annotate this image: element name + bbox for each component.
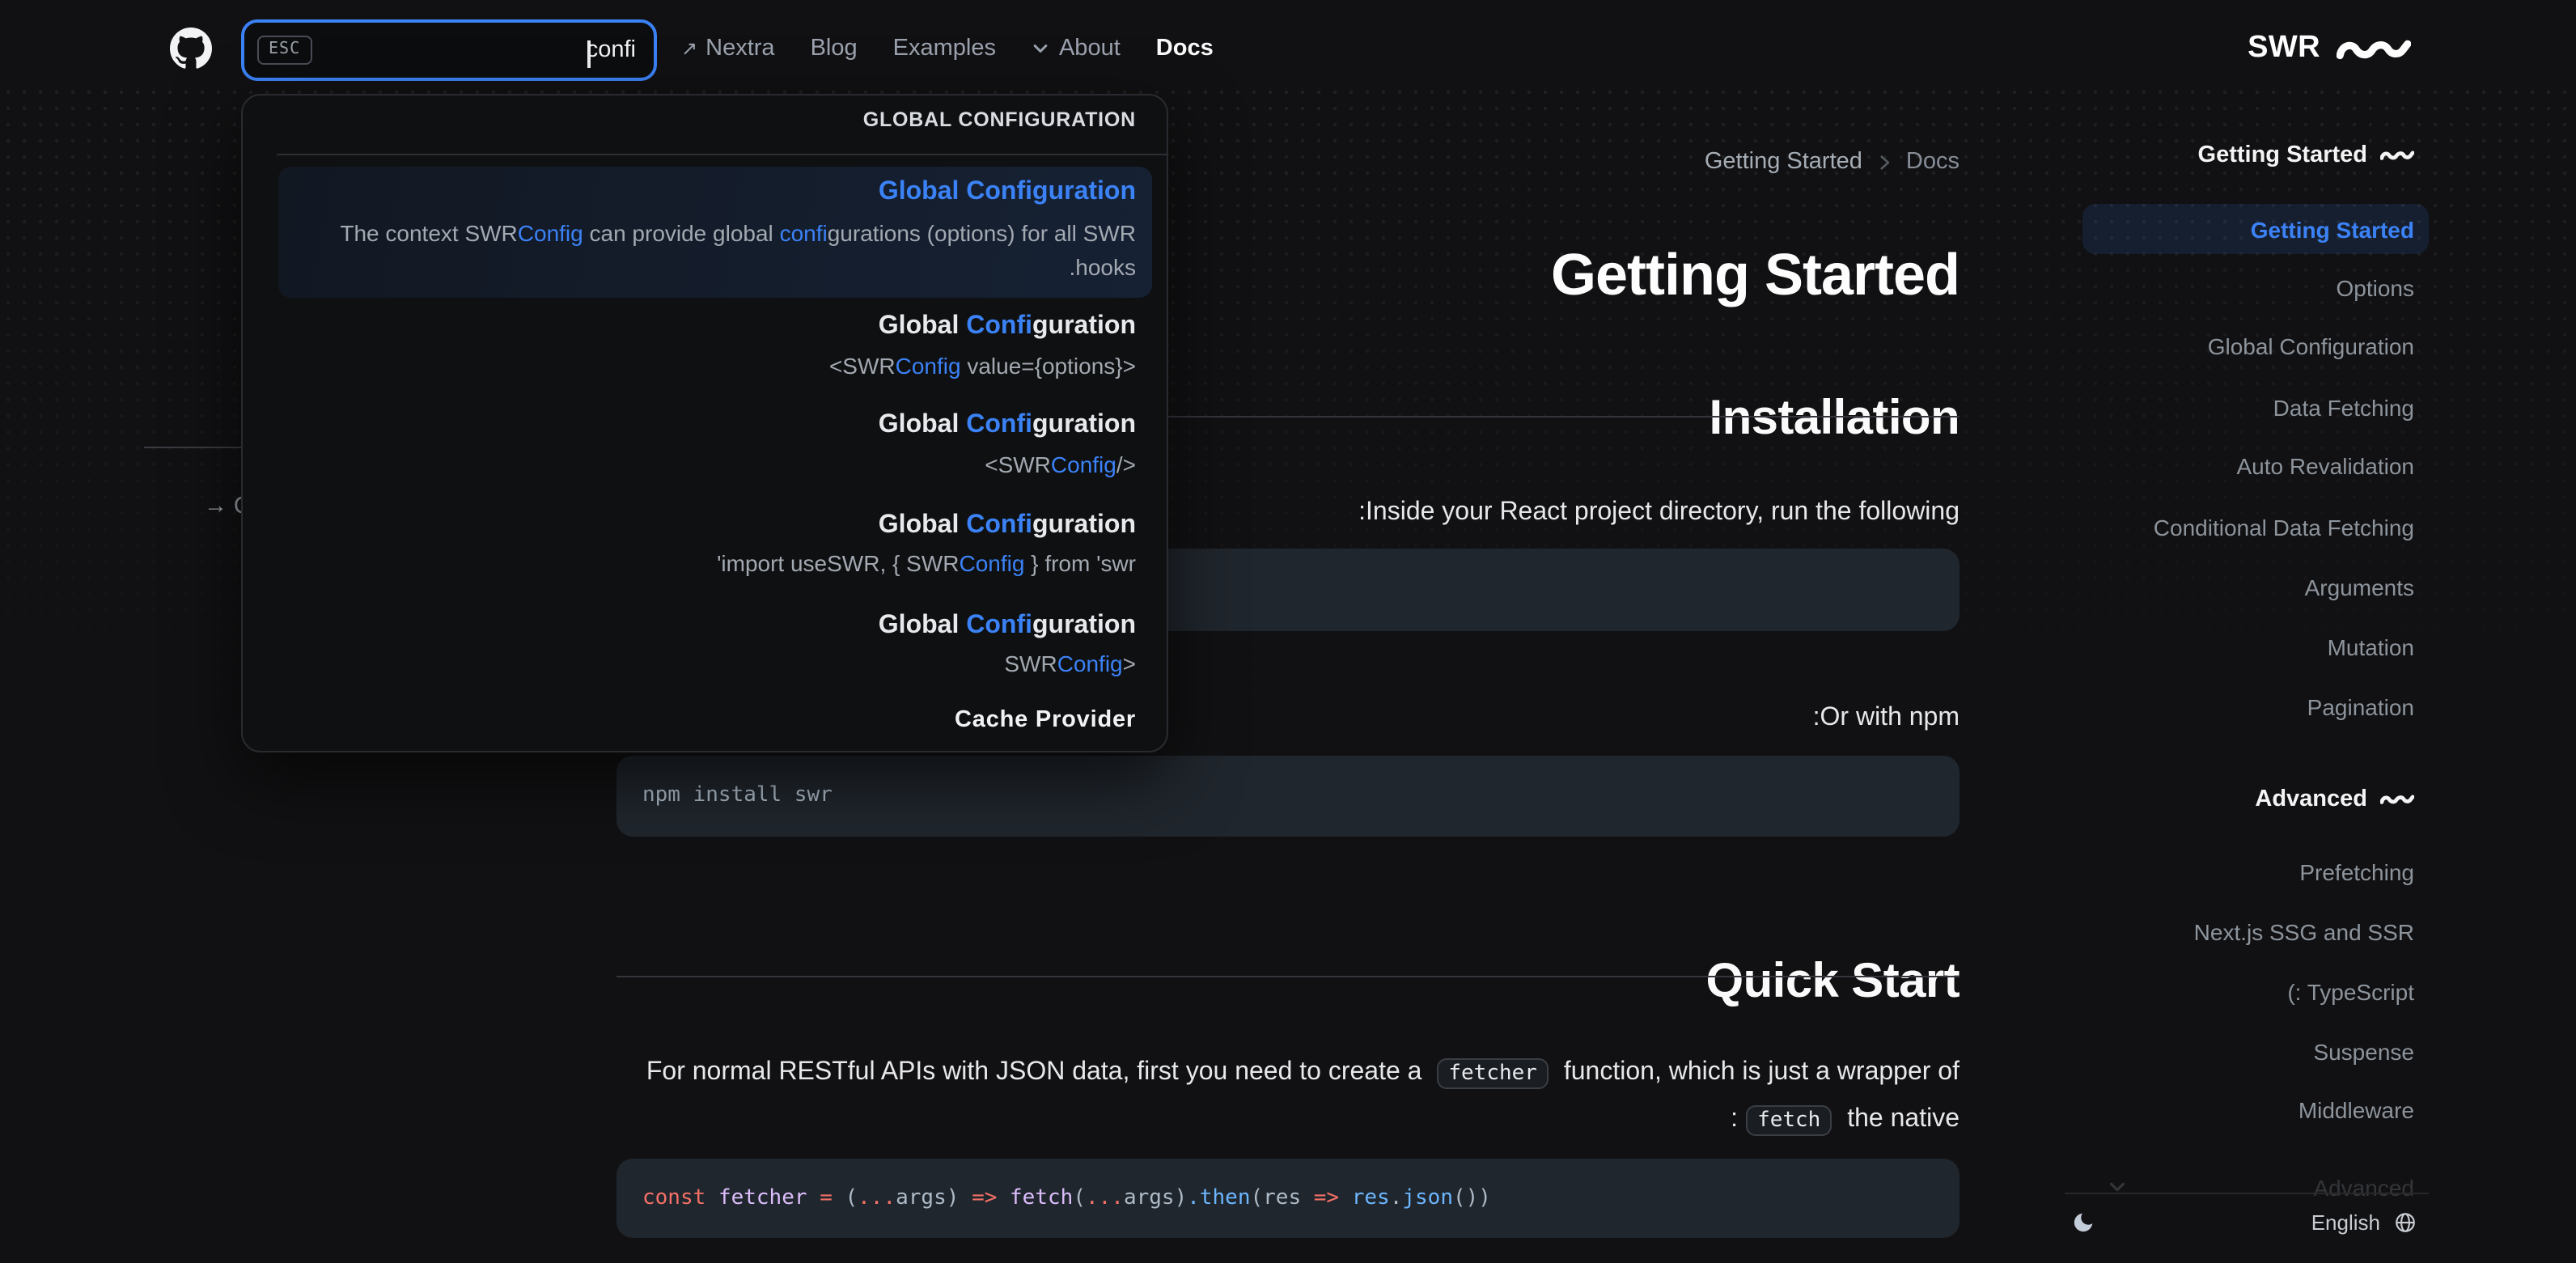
result-excerpt: <SWRConfig/> xyxy=(985,451,1136,477)
search-group-heading: Cache Provider xyxy=(955,706,1136,733)
code-block-fetcher: const fetcher = (...args) => fetch(...ar… xyxy=(616,1159,1960,1238)
sidebar-item-typescript[interactable]: (: TypeScript xyxy=(2032,977,2414,1007)
sidebar-item-mutation[interactable]: Mutation xyxy=(2032,633,2414,662)
result-excerpt: The context SWRConfig can provide global… xyxy=(340,219,1136,245)
sidebar-item-pagination[interactable]: Pagination xyxy=(2032,692,2414,721)
sidebar-item-advanced-faded[interactable]: Advanced xyxy=(2032,1173,2414,1202)
navbar-links: ↗ Nextra Blog Examples About Docs xyxy=(681,0,1214,97)
sidebar-item-data-fetching[interactable]: Data Fetching xyxy=(2032,393,2414,422)
search-result[interactable]: Global Configuration <SWRConfig value={o… xyxy=(278,309,1152,387)
sidebar-item-nextjs-ssg-ssr[interactable]: Next.js SSG and SSR xyxy=(2032,917,2414,946)
esc-key-badge[interactable]: ESC xyxy=(257,36,312,65)
swr-logo-wave-icon xyxy=(2337,39,2411,59)
toc-footer-divider xyxy=(144,447,241,448)
breadcrumb-parent[interactable]: Docs xyxy=(1906,149,1960,175)
nav-link-label: Nextra xyxy=(705,36,775,61)
globe-icon xyxy=(2396,1212,2415,1231)
sidebar-item-suspense[interactable]: Suspense xyxy=(2032,1037,2414,1066)
quick-start-paragraph-line-1: For normal RESTful APIs with JSON data, … xyxy=(616,1051,1960,1095)
result-excerpt: 'import useSWR, { SWRConfig } from 'swr xyxy=(717,550,1136,577)
swr-logo[interactable]: SWR xyxy=(2248,0,2411,97)
result-title: Global Configuration xyxy=(878,611,1136,639)
theme-toggle-button[interactable] xyxy=(2063,1204,2102,1240)
nav-link-label: Docs xyxy=(1155,36,1214,61)
result-excerpt: SWRConfig> xyxy=(1004,651,1136,677)
nav-menu-about[interactable]: About xyxy=(1032,36,1121,61)
sidebar-item-middleware[interactable]: Middleware xyxy=(2032,1096,2414,1125)
wave-icon xyxy=(2380,150,2414,160)
sidebar-item-global-configuration[interactable]: Global Configuration xyxy=(2032,332,2414,361)
search-result-selected[interactable]: Global Configuration The context SWRConf… xyxy=(278,166,1152,298)
sidebar-item-getting-started[interactable]: Getting Started xyxy=(2082,204,2429,254)
sidebar-item-arguments[interactable]: Arguments xyxy=(2032,572,2414,601)
search-results-dropdown: GLOBAL CONFIGURATION Global Configuratio… xyxy=(241,94,1168,752)
sidebar-section-label: Getting Started xyxy=(2197,142,2367,168)
sidebar-section-advanced[interactable]: Advanced xyxy=(2032,783,2414,816)
github-icon xyxy=(170,28,212,69)
language-label: English xyxy=(2311,1210,2380,1234)
swr-docs-page: ESC ↗ Nextra Blog Examples About Docs xyxy=(0,0,2576,1263)
code-text: npm install swr xyxy=(642,783,833,807)
result-title: Global Configuration xyxy=(878,411,1136,439)
text-caret xyxy=(587,40,590,67)
sidebar: Getting Started Getting Started Options … xyxy=(2032,0,2429,1263)
result-title: Global Configuration xyxy=(878,177,1136,205)
sidebar-item-label: Getting Started xyxy=(2250,216,2414,242)
result-title: Global Configuration xyxy=(878,312,1136,340)
nav-link-nextra[interactable]: ↗ Nextra xyxy=(681,36,775,61)
result-excerpt: .hooks xyxy=(1069,253,1137,280)
search-box[interactable]: ESC xyxy=(241,19,657,81)
nav-link-examples[interactable]: Examples xyxy=(893,36,996,61)
language-selector[interactable]: English xyxy=(2311,1204,2417,1240)
sidebar-section-label: Advanced xyxy=(2255,786,2367,812)
search-group-heading: GLOBAL CONFIGURATION xyxy=(862,108,1136,131)
sidebar-item-prefetching[interactable]: Prefetching xyxy=(2032,858,2414,887)
section-divider xyxy=(616,976,1960,977)
swr-logo-text: SWR xyxy=(2248,31,2320,65)
nav-link-label: About xyxy=(1058,36,1121,61)
sidebar-section-getting-started[interactable]: Getting Started xyxy=(2032,139,2414,172)
search-group-divider xyxy=(277,154,1167,156)
sidebar-item-auto-revalidation[interactable]: Auto Revalidation xyxy=(2032,452,2415,481)
quick-start-paragraph-line-2: : fetch the native xyxy=(616,1099,1960,1142)
wave-icon xyxy=(2380,795,2414,804)
search-result[interactable]: Global Configuration 'import useSWR, { S… xyxy=(278,508,1152,586)
moon-icon xyxy=(2073,1212,2092,1231)
search-result[interactable]: Global Configuration <SWRConfig/> xyxy=(278,408,1152,485)
sidebar-item-options[interactable]: Options xyxy=(2032,273,2415,302)
sidebar-footer-divider xyxy=(2065,1193,2429,1194)
result-excerpt: <SWRConfig value={options}> xyxy=(828,352,1136,378)
sidebar-item-conditional-data-fetching[interactable]: Conditional Data Fetching xyxy=(2032,513,2414,542)
breadcrumb-current: Getting Started xyxy=(1704,149,1862,175)
github-link[interactable] xyxy=(170,28,212,70)
nav-link-docs[interactable]: Docs xyxy=(1156,36,1214,61)
chevron-down-icon xyxy=(1034,45,1049,53)
code-text: const fetcher = (...args) => fetch(...ar… xyxy=(642,1186,1491,1210)
external-link-icon: ↗ xyxy=(681,37,698,60)
result-title: Global Configuration xyxy=(878,511,1136,539)
quick-start-heading: Quick Start xyxy=(1705,954,1960,1008)
search-result[interactable]: Global Configuration SWRConfig> xyxy=(278,608,1152,686)
nav-link-label: Examples xyxy=(892,36,996,61)
top-navbar: ESC ↗ Nextra Blog Examples About Docs xyxy=(0,0,2576,97)
breadcrumb-chevron-icon xyxy=(1880,155,1890,169)
nav-link-blog[interactable]: Blog xyxy=(811,36,858,61)
code-block-npm-install: npm install swr xyxy=(616,756,1960,837)
chevron-down-icon xyxy=(2109,1182,2125,1192)
nav-link-label: Blog xyxy=(810,36,858,61)
